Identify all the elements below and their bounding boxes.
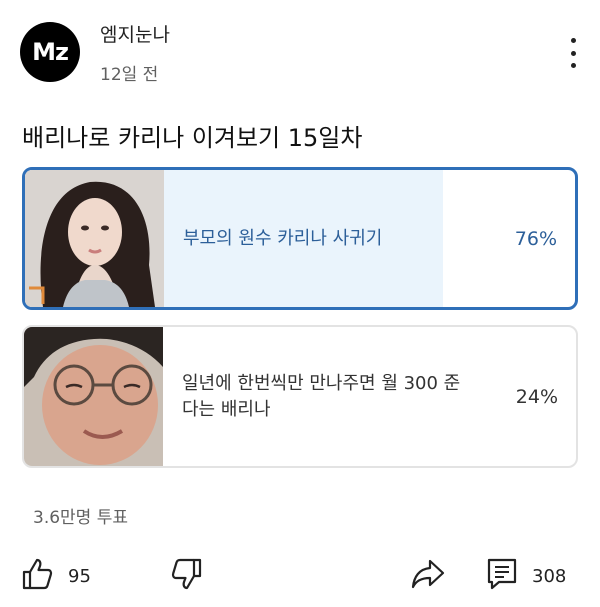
poll-option-2-percent: 24% <box>515 385 558 408</box>
like-count: 95 <box>68 565 91 587</box>
post-header: Mz 엠지눈나 12일 전 <box>0 0 600 96</box>
avatar-logo-text: Mz <box>32 38 69 66</box>
comment-count: 308 <box>532 565 567 587</box>
poll-option-1-label: 부모의 원수 카리나 사귀기 <box>183 227 383 249</box>
more-vertical-icon[interactable] <box>560 36 586 70</box>
poll-option-2-label: 일년에 한번씩만 만나주면 월 300 준다는 배리나 <box>182 372 461 420</box>
share-button[interactable] <box>410 556 446 596</box>
post-title: 배리나로 카리나 이겨보기 15일차 <box>22 124 363 152</box>
poll-option-1-image <box>25 170 164 307</box>
vote-count: 3.6만명 투표 <box>33 508 128 528</box>
channel-avatar[interactable]: Mz <box>20 22 80 82</box>
poll-option-1[interactable]: 부모의 원수 카리나 사귀기 76% <box>22 167 578 310</box>
dislike-button[interactable] <box>170 556 204 596</box>
poll-option-1-percent: 76% <box>514 227 557 250</box>
thumbs-up-icon <box>20 557 54 595</box>
thumbs-down-icon <box>170 557 204 595</box>
channel-name[interactable]: 엠지눈나 <box>100 20 170 47</box>
comment-icon <box>486 557 518 595</box>
like-button[interactable]: 95 <box>20 556 91 596</box>
poll-option-2[interactable]: 일년에 한번씩만 만나주면 월 300 준다는 배리나 24% <box>22 325 578 468</box>
post-time: 12일 전 <box>100 65 159 85</box>
poll-option-2-image <box>24 327 163 466</box>
comment-button[interactable]: 308 <box>486 556 566 596</box>
share-icon <box>410 557 446 595</box>
